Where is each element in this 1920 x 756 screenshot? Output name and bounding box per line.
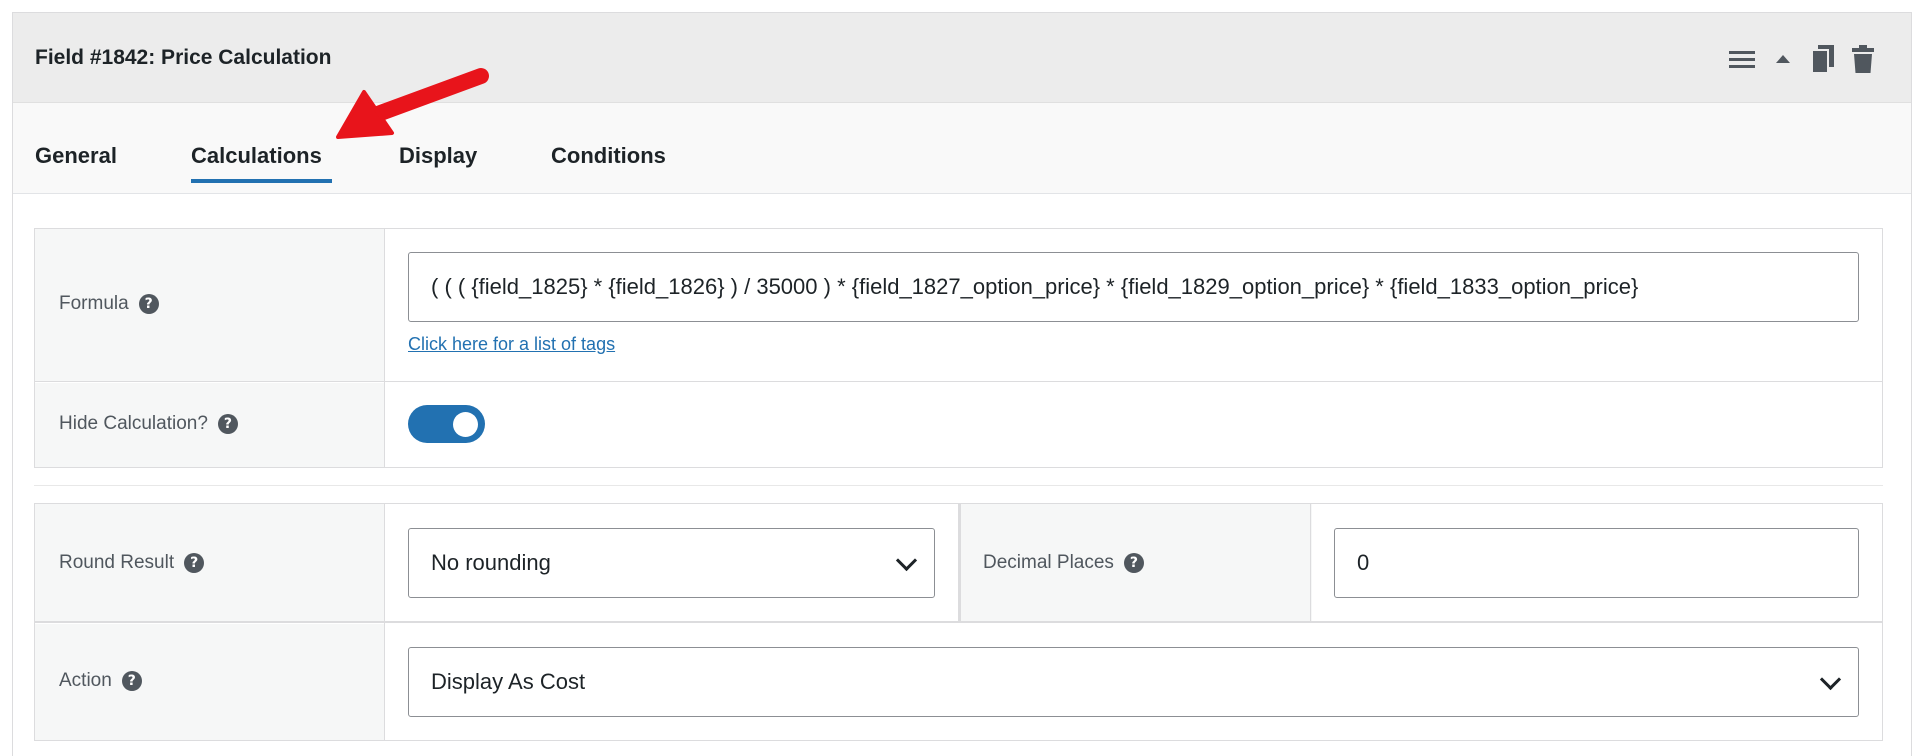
help-icon[interactable]: ? (138, 294, 159, 314)
toggle-knob (453, 412, 478, 437)
round-result-label-text: Round Result (59, 552, 175, 573)
trash-icon[interactable] (1852, 45, 1874, 73)
card-title: Field #1842: Price Calculation (35, 46, 332, 69)
round-result-label: Round Result ? (59, 552, 205, 574)
hide-calculation-toggle[interactable] (408, 405, 485, 443)
tab-general[interactable]: General (35, 143, 117, 169)
tab-display[interactable]: Display (399, 143, 477, 169)
hide-calculation-label: Hide Calculation? ? (59, 413, 238, 435)
decimal-places-label: Decimal Places ? (983, 552, 1144, 574)
chevron-down-icon (895, 549, 918, 572)
decimal-places-input[interactable]: 0 (1334, 528, 1859, 598)
screenshot-stage: Field #1842: Price Calculation General C… (0, 0, 1920, 756)
divider (958, 504, 961, 621)
divider (1310, 504, 1311, 621)
action-label-text: Action (59, 670, 112, 691)
duplicate-icon[interactable] (1810, 45, 1836, 73)
tab-calculations[interactable]: Calculations (191, 143, 322, 169)
round-result-selected: No rounding (431, 550, 551, 575)
round-result-select[interactable]: No rounding (408, 528, 935, 598)
help-icon[interactable]: ? (1123, 553, 1144, 573)
formula-label-text: Formula (59, 293, 129, 314)
action-selected: Display As Cost (431, 669, 586, 694)
action-label: Action ? (59, 670, 142, 692)
help-icon[interactable]: ? (121, 671, 142, 691)
section-separator (34, 485, 1883, 486)
help-icon[interactable]: ? (217, 414, 238, 434)
divider (35, 381, 1882, 382)
chevron-down-icon (1819, 668, 1842, 691)
card-header: Field #1842: Price Calculation (13, 13, 1911, 103)
help-icon[interactable]: ? (184, 553, 205, 573)
formula-label: Formula ? (59, 293, 159, 315)
tab-conditions[interactable]: Conditions (551, 143, 666, 169)
collapse-arrow-icon[interactable] (1776, 45, 1790, 73)
active-tab-indicator (191, 179, 332, 183)
divider (384, 229, 385, 467)
formula-input[interactable]: ( ( ( {field_1825} * {field_1826} ) / 35… (408, 252, 1859, 322)
hide-calculation-label-text: Hide Calculation? (59, 413, 208, 434)
decimal-places-label-text: Decimal Places (983, 552, 1114, 573)
menu-icon[interactable] (1729, 45, 1755, 73)
action-select[interactable]: Display As Cost (408, 647, 1859, 717)
divider (35, 621, 1882, 623)
tags-list-link[interactable]: Click here for a list of tags (408, 334, 615, 355)
